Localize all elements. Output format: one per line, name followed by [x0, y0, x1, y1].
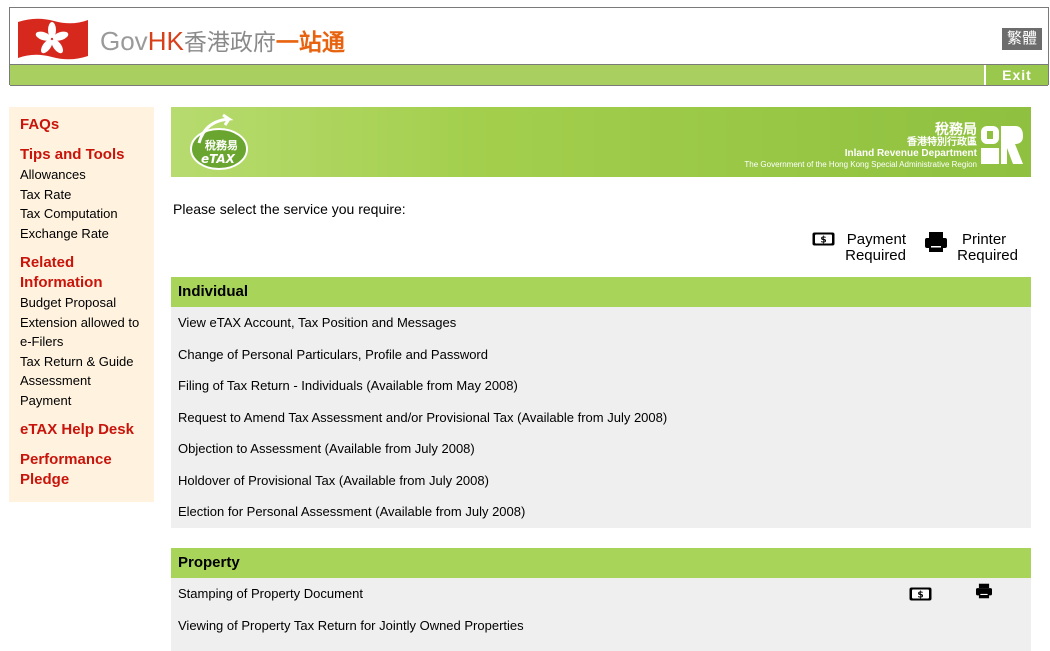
sidebar: FAQs Tips and Tools Allowances Tax Rate … [9, 107, 154, 502]
header-green-bar: Exit [10, 64, 1048, 86]
sidebar-heading-related[interactable]: Related Information [20, 253, 154, 293]
section-property: Property Stamping of Property Document $… [171, 548, 1031, 651]
ird-en: Inland Revenue Department [844, 148, 977, 159]
ird-text: 稅務局 香港特別行政區 Inland Revenue Department Th… [744, 121, 977, 170]
service-link-filing-tax-return[interactable]: Filing of Tax Return - Individuals (Avai… [171, 370, 1031, 402]
section-header-individual: Individual [171, 277, 1031, 307]
dollar-sign-icon: $ [909, 587, 932, 601]
sidebar-link-budget[interactable]: Budget Proposal [20, 293, 154, 313]
extension-line-2: e-Filers [20, 334, 64, 349]
section-individual: Individual View eTAX Account, Tax Positi… [171, 277, 1031, 528]
extension-line-1: Extension allowed to [20, 314, 140, 330]
service-link-stamping[interactable]: Stamping of Property Document $ [171, 578, 1031, 610]
brand-one-stop: 一站通 [275, 29, 345, 55]
legend-printer-line1: Printer [962, 231, 1007, 248]
service-link-change-particulars[interactable]: Change of Personal Particulars, Profile … [171, 339, 1031, 371]
sidebar-link-tax-return-guide[interactable]: Tax Return & Guide [20, 352, 154, 372]
icon-legend: $ Payment Required Printer Required [812, 232, 1022, 266]
header-top: GovHK香港政府一站通 繁體 [10, 8, 1048, 64]
pledge-line-1: Performance [20, 451, 112, 468]
brand-hk: HK [147, 26, 184, 56]
sidebar-link-extension[interactable]: Extension allowed to e-Filers [20, 313, 154, 352]
sidebar-link-pledge[interactable]: Performance Pledge [20, 450, 154, 490]
sidebar-link-helpdesk[interactable]: eTAX Help Desk [20, 420, 154, 440]
sidebar-link-tax-computation[interactable]: Tax Computation [20, 204, 154, 224]
sidebar-link-exchange-rate[interactable]: Exchange Rate [20, 224, 154, 244]
legend-payment-line2: Required [845, 247, 906, 264]
brand-gov: Gov [100, 26, 148, 56]
govhk-logo[interactable]: GovHK香港政府一站通 [100, 26, 345, 57]
related-line-2: Information [20, 274, 103, 291]
hksar-en: The Government of the Hong Kong Special … [744, 160, 977, 169]
ird-cn: 稅務局 [935, 121, 977, 137]
hksar-cn: 香港特別行政區 [907, 137, 977, 148]
sidebar-link-assessment[interactable]: Assessment [20, 371, 154, 391]
sidebar-link-faqs[interactable]: FAQs [20, 115, 154, 135]
printer-icon [976, 583, 992, 599]
hk-flag-icon [18, 18, 88, 60]
service-link-objection[interactable]: Objection to Assessment (Available from … [171, 433, 1031, 465]
site-header: GovHK香港政府一站通 繁體 Exit [9, 7, 1049, 86]
service-label-stamping: Stamping of Property Document [178, 586, 363, 601]
legend-printer-text: Printer Required [952, 232, 1018, 264]
svg-text:$: $ [820, 236, 826, 246]
sidebar-link-tax-rate[interactable]: Tax Rate [20, 185, 154, 205]
service-link-view-etax-account[interactable]: View eTAX Account, Tax Position and Mess… [171, 307, 1031, 339]
brand-cn: 香港政府 [183, 29, 276, 55]
section-header-property: Property [171, 548, 1031, 578]
service-link-personal-assessment[interactable]: Election for Personal Assessment (Availa… [171, 496, 1031, 528]
related-line-1: Related [20, 254, 75, 271]
service-prompt: Please select the service you require: [173, 201, 406, 217]
sidebar-link-payment[interactable]: Payment [20, 391, 154, 411]
etax-logo-en: eTAX [201, 152, 236, 166]
language-toggle-button[interactable]: 繁體 [1001, 28, 1042, 50]
legend-payment-line1: Payment [846, 231, 906, 248]
etax-logo-cn: 稅務易 [205, 138, 238, 152]
service-link-holdover[interactable]: Holdover of Provisional Tax (Available f… [171, 465, 1031, 497]
sidebar-heading-tips[interactable]: Tips and Tools [20, 145, 154, 165]
legend-payment-text: Payment Required [836, 232, 906, 264]
pledge-line-2: Pledge [20, 471, 70, 488]
printer-icon [925, 232, 947, 252]
dollar-sign-icon: $ [812, 232, 835, 246]
exit-button[interactable]: Exit [984, 65, 1048, 85]
legend-printer-line2: Required [957, 247, 1018, 264]
etax-logo[interactable]: 稅務易 eTAX [185, 113, 279, 173]
service-link-amend-assessment[interactable]: Request to Amend Tax Assessment and/or P… [171, 402, 1031, 434]
svg-text:$: $ [917, 591, 923, 601]
ird-logo-icon [981, 126, 1023, 164]
etax-banner: 稅務易 eTAX 稅務局 香港特別行政區 Inland Revenue Depa… [171, 107, 1031, 177]
sidebar-link-allowances[interactable]: Allowances [20, 165, 154, 185]
service-link-property-tax-return[interactable]: Viewing of Property Tax Return for Joint… [171, 610, 1031, 642]
